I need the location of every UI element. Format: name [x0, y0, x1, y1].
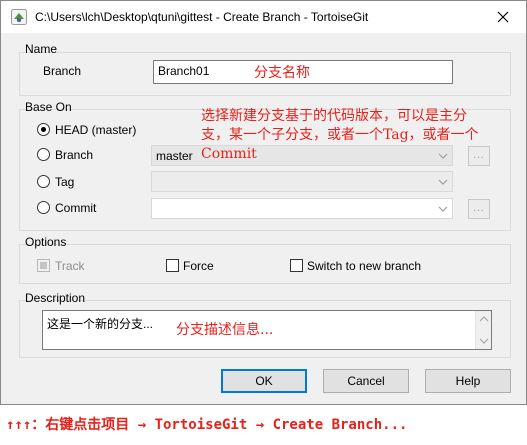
create-branch-dialog: C:\Users\lch\Desktop\qtuni\gittest - Cre… — [0, 0, 527, 405]
help-button[interactable]: Help — [425, 369, 511, 393]
footer-instruction: ↑↑↑：右键点击项目 → TortoiseGit → Create Branch… — [6, 417, 408, 433]
commit-radio-label[interactable]: Commit — [55, 201, 96, 215]
browse-commit-button[interactable]: ... — [468, 199, 490, 219]
tortoisegit-app-icon — [11, 9, 27, 25]
cancel-button-label: Cancel — [347, 374, 385, 388]
force-checkbox[interactable] — [166, 259, 179, 272]
name-group-label: Name — [25, 42, 58, 56]
track-checkbox[interactable] — [37, 259, 50, 272]
description-group-label: Description — [25, 291, 86, 305]
commit-combo[interactable] — [151, 198, 453, 219]
ok-button-label: OK — [255, 374, 273, 388]
help-button-label: Help — [455, 374, 481, 388]
description-text: 这是一个新的分支... — [47, 317, 154, 331]
base-on-group-label: Base On — [25, 100, 72, 114]
base-on-annotation-line-1: 选择新建分支基于的代码版本，可以是主分 — [201, 108, 467, 124]
base-on-annotation: 选择新建分支基于的代码版本，可以是主分 支，某一个子分支，或者一个Tag，或者一… — [201, 107, 521, 164]
tag-combo[interactable] — [151, 171, 453, 192]
switch-to-new-branch-label[interactable]: Switch to new branch — [307, 259, 421, 273]
ok-button[interactable]: OK — [221, 369, 307, 393]
description-annotation: 分支描述信息... — [176, 322, 274, 338]
options-group — [19, 244, 511, 284]
force-checkbox-label[interactable]: Force — [183, 259, 214, 273]
scroll-up-icon[interactable] — [479, 316, 489, 322]
head-radio[interactable] — [37, 123, 50, 136]
branch-radio-label[interactable]: Branch — [55, 148, 93, 162]
branch-combo-value: master — [156, 149, 193, 163]
track-checkbox-label[interactable]: Track — [55, 259, 85, 273]
base-on-annotation-line-2: 支，某一个子分支，或者一个Tag，或者一个 — [201, 127, 479, 143]
scroll-down-icon[interactable] — [479, 338, 489, 344]
options-group-label: Options — [25, 235, 67, 249]
window-title: C:\Users\lch\Desktop\qtuni\gittest - Cre… — [35, 10, 369, 24]
cancel-button[interactable]: Cancel — [323, 369, 409, 393]
switch-to-new-branch-checkbox[interactable] — [290, 259, 303, 272]
chevron-down-icon — [438, 206, 448, 212]
chevron-down-icon — [438, 179, 448, 185]
tag-radio-label[interactable]: Tag — [55, 175, 74, 189]
tag-radio[interactable] — [37, 175, 50, 188]
branch-name-value: Branch01 — [158, 64, 210, 78]
title-bar[interactable]: C:\Users\lch\Desktop\qtuni\gittest - Cre… — [1, 1, 526, 33]
commit-radio[interactable] — [37, 201, 50, 214]
base-on-annotation-line-3: Commit — [201, 146, 257, 162]
close-icon[interactable] — [480, 1, 526, 33]
branch-radio[interactable] — [37, 148, 50, 161]
description-scrollbar[interactable] — [475, 311, 491, 349]
branch-name-annotation: 分支名称 — [254, 65, 310, 81]
branch-name-label: Branch — [43, 64, 82, 78]
head-radio-label[interactable]: HEAD (master) — [55, 123, 136, 137]
